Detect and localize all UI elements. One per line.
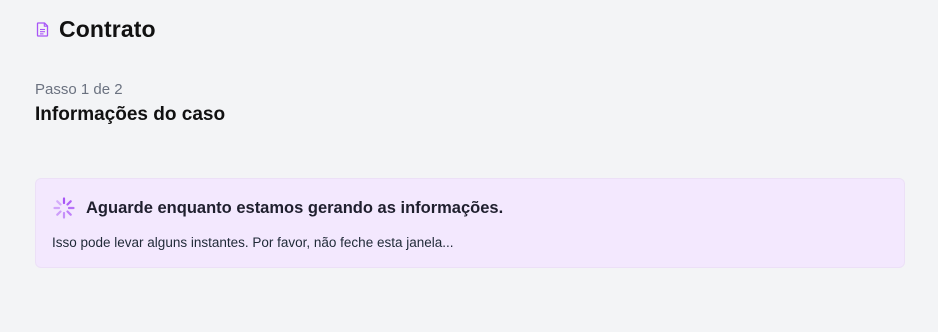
alert-header: Aguarde enquanto estamos gerando as info… [52, 196, 503, 220]
document-icon [35, 22, 49, 38]
alert-message: Isso pode levar alguns instantes. Por fa… [52, 235, 454, 250]
step-title: Informações do caso [35, 104, 226, 125]
spinner-icon [52, 196, 76, 220]
step-counter: Passo 1 de 2 [35, 81, 123, 98]
page-header: Contrato [35, 16, 156, 43]
alert-title: Aguarde enquanto estamos gerando as info… [86, 198, 504, 217]
loading-alert: Aguarde enquanto estamos gerando as info… [35, 178, 905, 268]
page-title: Contrato [59, 16, 156, 42]
